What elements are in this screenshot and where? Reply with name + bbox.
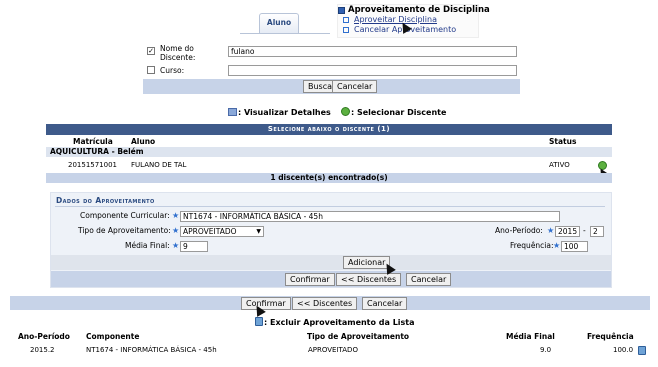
course-input[interactable] [228, 65, 517, 76]
discentes-button[interactable]: << Discentes [292, 297, 358, 310]
menu-item-icon [343, 17, 349, 23]
name-checkbox[interactable]: ✓ [147, 47, 155, 55]
list-tipo: APROVEITADO [308, 346, 358, 354]
freq-label: Frequência: [510, 241, 554, 250]
menu-square-icon [338, 7, 345, 14]
required-icon: ★ [172, 226, 180, 235]
tipo-select[interactable]: APROVEITADO ▼ [180, 226, 264, 237]
tab-underline [240, 33, 330, 34]
menu-title: Aproveitamento de Disciplina [348, 5, 490, 15]
table-row[interactable]: 20151571001 FULANO DE TAL ATIVO [46, 158, 612, 172]
search-form: ✓ Nome do Discente: fulano Curso: Buscar… [143, 42, 520, 94]
course-checkbox[interactable] [147, 66, 155, 74]
cancelar-button[interactable]: Cancelar [362, 297, 408, 310]
confirmar-button[interactable]: Confirmar [241, 297, 291, 310]
tab-aluno-label: Aluno [266, 18, 292, 27]
course-label: Curso: [160, 66, 185, 75]
row-nome: FULANO DE TAL [131, 161, 187, 169]
cancelar-form-button[interactable]: Cancelar [406, 273, 452, 286]
list-freq: 100.0 [613, 346, 634, 354]
students-caption-text: Selecione abaixo o discente (1) [267, 125, 391, 133]
adicionar-bar [51, 255, 611, 270]
required-icon: ★ [553, 241, 561, 250]
view-details-icon [228, 108, 237, 116]
chevron-down-icon: ▼ [256, 228, 261, 235]
students-footer-text: 1 discente(s) encontrado(s) [270, 173, 388, 182]
row-status: ATIVO [549, 161, 570, 169]
menu-panel: Aproveitamento de Disciplina Aproveitar … [337, 4, 490, 38]
menu-item-aproveitar[interactable]: Aproveitar Disciplina [354, 15, 437, 24]
media-input[interactable]: 9 [180, 241, 208, 252]
confirmar-form-button[interactable]: Confirmar [285, 273, 335, 286]
students-header-row: Matrícula Aluno Status [46, 136, 612, 147]
delete-trash-icon[interactable] [638, 346, 646, 355]
trash-icon [255, 317, 263, 326]
col-tipo: Tipo de Aproveitamento [307, 332, 410, 341]
discentes-form-button[interactable]: << Discentes [336, 273, 402, 286]
list-header-row: Ano-Período Componente Tipo de Aproveita… [10, 331, 650, 342]
tab-aluno[interactable]: Aluno [259, 13, 299, 33]
form-panel: Dados do Aproveitamento Componente Curri… [50, 192, 612, 288]
periodo-separator: - [583, 226, 586, 235]
tipo-select-value: APROVEITADO [183, 227, 237, 236]
form-title-rule [55, 206, 605, 207]
col-freq: Frequência [587, 332, 634, 341]
required-icon: ★ [172, 211, 180, 220]
list-item: 2015.2 NT1674 - INFORMÁTICA BÁSICA - 45h… [10, 343, 650, 357]
view-details-legend: : Visualizar Detalhes [238, 108, 331, 117]
cancelar-search-button[interactable]: Cancelar [332, 80, 378, 93]
row-matricula: 20151571001 [68, 161, 117, 169]
required-icon: ★ [547, 226, 555, 235]
delete-legend: : Excluir Aproveitamento da Lista [264, 318, 415, 327]
students-group-row: AQUICULTURA - Belém [46, 147, 612, 157]
media-label: Média Final: [125, 241, 170, 250]
students-footer: 1 discente(s) encontrado(s) [46, 173, 612, 183]
componente-label: Componente Curricular: [80, 211, 170, 220]
menu-item-icon [343, 27, 349, 33]
group-label: AQUICULTURA - Belém [50, 147, 144, 156]
select-student-legend: : Selecionar Discente [351, 108, 447, 117]
name-input[interactable]: fulano [228, 46, 517, 57]
col-matricula: Matrícula [73, 137, 113, 146]
required-icon: ★ [172, 241, 180, 250]
ano-input[interactable]: 2015 [555, 226, 580, 237]
form-title: Dados do Aproveitamento [56, 196, 155, 205]
students-caption: Selecione abaixo o discente (1) [46, 124, 612, 135]
list-media: 9.0 [540, 346, 552, 354]
col-media: Média Final [506, 332, 555, 341]
tipo-label: Tipo de Aproveitamento: [78, 226, 171, 235]
name-label: Nome do Discente: [160, 44, 196, 62]
col-ano: Ano-Período [18, 332, 70, 341]
list-componente: NT1674 - INFORMÁTICA BÁSICA - 45h [86, 346, 217, 354]
periodo-input[interactable]: 2 [590, 226, 604, 237]
list-ano: 2015.2 [30, 346, 55, 354]
componente-input[interactable]: NT1674 - INFORMÁTICA BÁSICA - 45h [180, 211, 560, 222]
col-aluno: Aluno [131, 137, 156, 146]
col-componente: Componente [86, 332, 140, 341]
ano-label: Ano-Período: [495, 226, 543, 235]
freq-input[interactable]: 100 [561, 241, 588, 252]
select-student-icon [341, 107, 350, 116]
col-status: Status [549, 137, 577, 146]
